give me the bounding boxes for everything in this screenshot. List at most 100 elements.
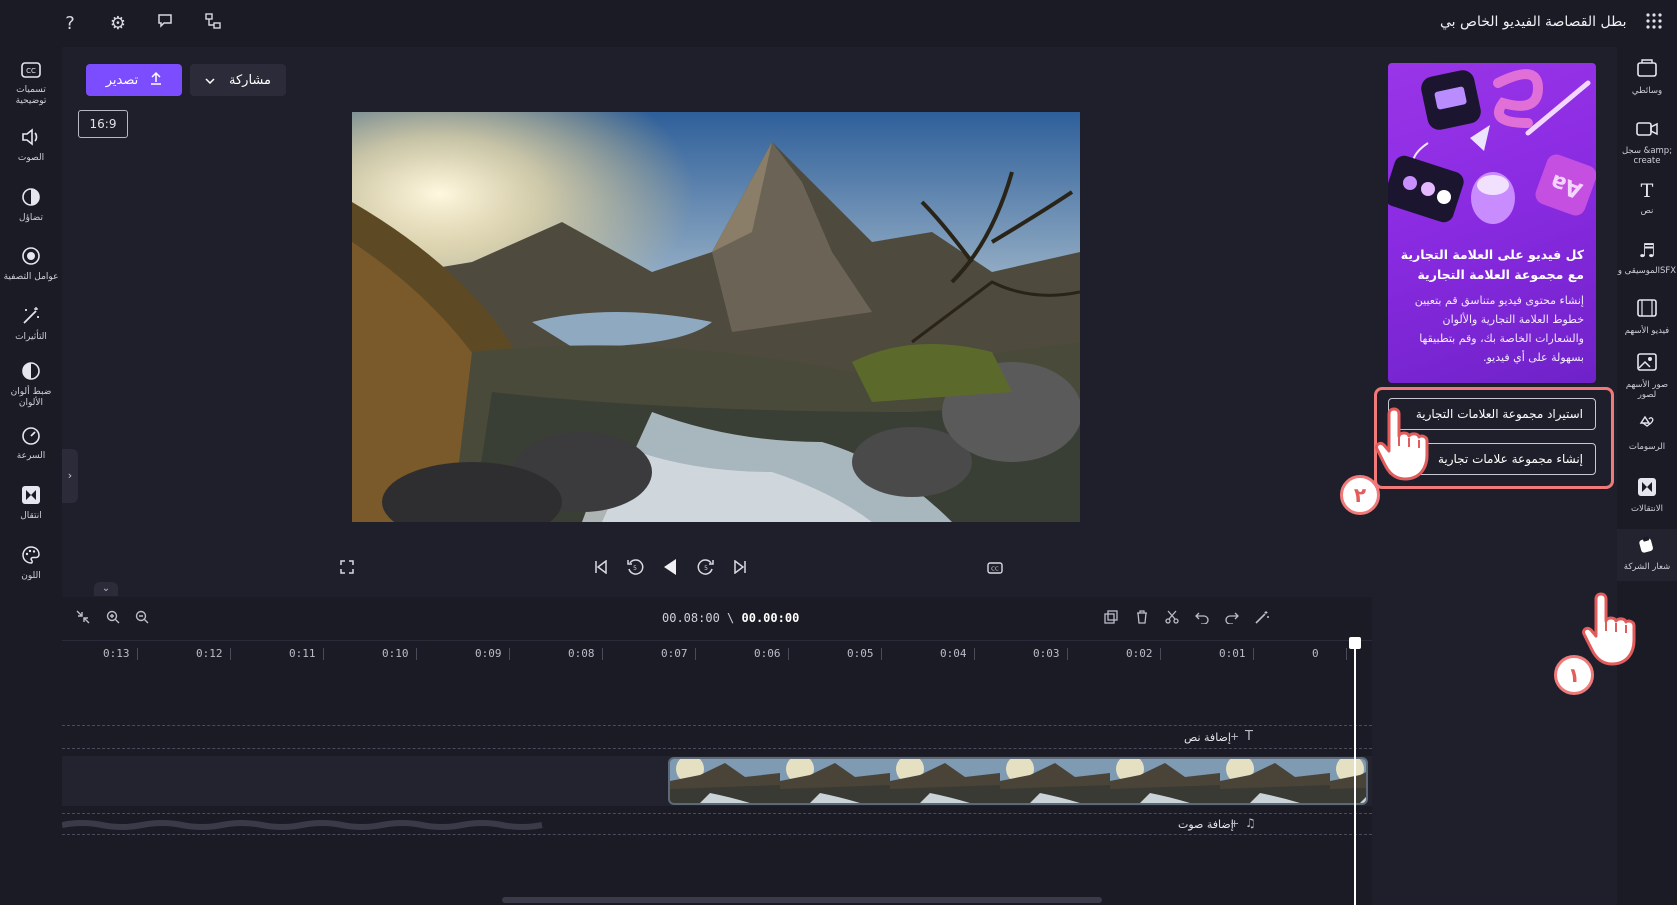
stock-image-icon — [1635, 353, 1659, 377]
right-rail-label: فيديو الأسهم — [1624, 326, 1670, 336]
add-text-label[interactable]: إضافة نص — [1184, 731, 1231, 744]
left-rail-label: الصوت — [17, 153, 45, 163]
promo-title: كل فيديو على العلامة التجارية مع مجموعة … — [1400, 247, 1584, 282]
chevron-down-icon[interactable]: ⌄ — [94, 582, 118, 596]
timeline-scrollbar[interactable] — [502, 897, 1102, 903]
left-rail-label: اللون — [21, 571, 41, 581]
timecode-display: 00.08:00 \ 00.00:00 — [662, 611, 799, 625]
left-rail-label: تضاؤل — [19, 213, 43, 223]
feedback-icon[interactable] — [153, 12, 177, 36]
ruler-tick-label: 0:09 — [475, 647, 502, 660]
clip-thumbnail — [1330, 759, 1366, 803]
left-rail-audio[interactable]: الصوت — [0, 127, 62, 164]
playhead[interactable] — [1354, 641, 1356, 905]
left-rail-color[interactable]: اللون — [0, 545, 62, 582]
delete-icon[interactable] — [1133, 610, 1151, 628]
add-audio-label[interactable]: إضافة صوت — [1178, 818, 1234, 831]
pointer-hand-icon — [1579, 590, 1639, 668]
upload-icon — [150, 71, 162, 89]
left-rail-label: السرعة — [16, 451, 46, 461]
skip-back-icon[interactable] — [590, 558, 612, 580]
fade-icon — [19, 187, 43, 211]
playhead-handle[interactable] — [1349, 637, 1361, 649]
settings-icon[interactable]: ⚙ — [106, 12, 130, 36]
share-button[interactable]: مشاركة — [190, 64, 286, 96]
brand-name: بطل القصاصة — [1545, 14, 1627, 30]
export-label: تصدير — [105, 72, 139, 88]
video-preview[interactable] — [352, 112, 1080, 522]
share-network-icon[interactable] — [201, 12, 225, 36]
step-2-badge: ٢ — [1340, 475, 1380, 515]
clip-thumbnail — [780, 759, 890, 803]
left-rail-transition[interactable]: انتقال — [0, 485, 62, 522]
fullscreen-icon[interactable] — [336, 558, 358, 580]
clip-thumbnail — [1000, 759, 1110, 803]
right-rail-label: الانتقالات — [1631, 504, 1663, 514]
ruler-tick-mark — [1253, 648, 1254, 660]
fit-icon[interactable] — [74, 610, 92, 628]
zoom-out-icon[interactable] — [133, 610, 151, 628]
right-rail-music[interactable]: ♬ الموسيقى وSFX — [1617, 239, 1677, 276]
captions-toggle-icon[interactable]: CC — [984, 558, 1006, 580]
play-icon[interactable] — [659, 558, 681, 580]
left-rail-fade[interactable]: تضاؤل — [0, 187, 62, 224]
right-rail-label: صور الأسهم لصور — [1625, 380, 1669, 400]
right-rail-media[interactable]: وسائطي — [1617, 59, 1677, 96]
right-rail-label: سجل &amp; create — [1621, 146, 1673, 166]
right-rail-stock-video[interactable]: فيديو الأسهم — [1617, 299, 1677, 336]
ruler-tick-label: 0:07 — [661, 647, 688, 660]
duplicate-icon[interactable] — [1102, 610, 1120, 628]
left-rail-filters[interactable]: عوامل التصفية — [0, 246, 62, 283]
video-clip[interactable] — [668, 757, 1368, 805]
left-rail-color-adjust[interactable]: ضبط ألوان الألوان — [0, 361, 62, 409]
right-rail-label: الموسيقى وSFX — [1617, 266, 1677, 276]
export-button[interactable]: تصدير — [86, 64, 182, 96]
left-rail-effects[interactable]: التأثيرات — [0, 306, 62, 343]
left-rail-speed[interactable]: السرعة — [0, 425, 62, 462]
right-rail-stock-images[interactable]: صور الأسهم لصور — [1617, 353, 1677, 400]
step-1-badge: ١ — [1554, 655, 1594, 695]
project-title[interactable]: الفيديو الخاص بي — [1440, 14, 1541, 30]
forward-5-icon[interactable]: 5 — [695, 558, 717, 580]
preview-stage: تصدير مشاركة 16:9 5 5 CC › ⌄ — [62, 47, 1372, 597]
rewind-5-icon[interactable]: 5 — [624, 558, 646, 580]
right-nav-rail: وسائطي سجل &amp; create T نص ♬ الموسيقى … — [1617, 47, 1677, 905]
ruler-tick-label: 0:06 — [754, 647, 781, 660]
right-rail-graphics[interactable]: الرسومات — [1617, 415, 1677, 452]
text-track[interactable]: إضافة نص + T — [62, 725, 1372, 749]
split-icon[interactable] — [1163, 610, 1181, 628]
timeline-ruler[interactable]: 0 0:01 0:02 0:03 0:04 0:05 0:06 0:07 0:08 0:09 0:1… — [62, 641, 1372, 667]
ruler-tick-label: 0:11 — [289, 647, 316, 660]
zoom-in-icon[interactable] — [104, 610, 122, 628]
magic-wand-icon[interactable] — [1253, 610, 1271, 628]
skip-forward-icon[interactable] — [729, 558, 751, 580]
svg-text:CC: CC — [26, 67, 36, 75]
ruler-tick-mark — [974, 648, 975, 660]
apps-grid-icon[interactable] — [1642, 12, 1666, 36]
ruler-tick-mark — [602, 648, 603, 660]
effects-icon — [19, 306, 43, 330]
svg-text:5: 5 — [633, 565, 637, 572]
total-time: 00.08:00 — [662, 611, 720, 625]
right-rail-brand-kit[interactable]: شعار الشركة — [1617, 529, 1677, 581]
speed-icon — [19, 425, 43, 449]
ruler-tick-mark — [137, 648, 138, 660]
aspect-ratio-button[interactable]: 16:9 — [78, 110, 128, 138]
undo-icon[interactable] — [1193, 610, 1211, 628]
help-icon[interactable]: ? — [58, 12, 82, 36]
chevron-right-icon[interactable]: › — [62, 449, 78, 503]
timeline: 00.08:00 \ 00.00:00 0 0:01 0:02 0:03 0:04 0:0… — [62, 597, 1372, 905]
right-rail-record[interactable]: سجل &amp; create — [1617, 119, 1677, 166]
clip-thumbnail — [1110, 759, 1220, 803]
redo-icon[interactable] — [1223, 610, 1241, 628]
ruler-tick-label: 0 — [1312, 647, 1319, 660]
brand-kit-icon — [1635, 535, 1659, 559]
right-rail-transitions[interactable]: الانتقالات — [1617, 477, 1677, 514]
right-rail-text[interactable]: T نص — [1617, 179, 1677, 216]
brand-kit-promo-card: Aa كل فيديو على العلامة التجارية مع مجمو… — [1388, 63, 1596, 383]
left-rail-captions[interactable]: CC تسميات توضيحية — [0, 59, 62, 107]
timeline-toolbar: 00.08:00 \ 00.00:00 — [62, 597, 1372, 641]
pointer-hand-icon — [1372, 405, 1432, 483]
right-rail-label: وسائطي — [1631, 86, 1663, 96]
audio-track[interactable]: إضافة صوت + ♫ — [62, 813, 1372, 835]
